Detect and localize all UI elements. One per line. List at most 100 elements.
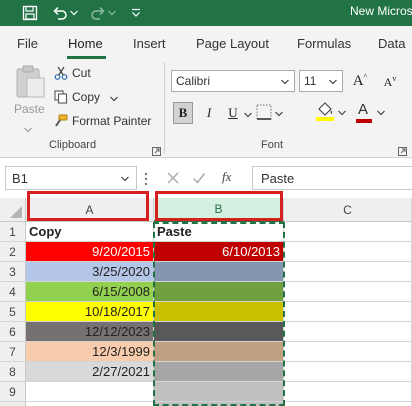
title-bar: New Micros	[0, 0, 412, 26]
row-header[interactable]: 5	[0, 302, 26, 322]
cell-a6[interactable]: 12/12/2023	[26, 322, 154, 342]
ribbon-group-divider	[164, 62, 165, 154]
row-header[interactable]: 2	[0, 242, 26, 262]
cell-c1[interactable]	[284, 222, 412, 242]
undo-icon[interactable]	[50, 3, 70, 23]
customize-quick-access-icon[interactable]	[126, 3, 146, 23]
cell-a4[interactable]: 6/15/2008	[26, 282, 154, 302]
undo-dropdown-icon[interactable]	[68, 3, 80, 23]
font-color-button[interactable]: A	[356, 101, 388, 123]
cancel-entry-icon[interactable]	[166, 170, 180, 189]
borders-dropdown-icon[interactable]	[275, 111, 283, 117]
row-header[interactable]	[0, 402, 26, 406]
borders-icon	[256, 104, 272, 120]
copy-dropdown-icon[interactable]	[110, 96, 118, 102]
font-group-label: Font	[261, 139, 284, 151]
column-header-c[interactable]: C	[284, 198, 412, 222]
cell-a10[interactable]	[26, 402, 154, 406]
name-box-value: B1	[12, 171, 28, 186]
cell-a1[interactable]: Copy	[26, 222, 154, 242]
font-color-icon: A	[358, 101, 369, 118]
paintbrush-icon	[55, 114, 68, 127]
format-painter-label: Format Painter	[72, 114, 152, 128]
redo-icon[interactable]	[88, 3, 108, 23]
cell-c5[interactable]	[284, 302, 412, 322]
italic-icon: I	[206, 105, 212, 120]
select-all-button[interactable]	[0, 198, 26, 222]
row-header[interactable]: 8	[0, 362, 26, 382]
tab-page-layout[interactable]: Page Layout	[196, 36, 269, 51]
borders-button[interactable]	[256, 104, 286, 122]
increase-font-icon: A	[352, 72, 364, 89]
scissors-icon	[54, 66, 68, 80]
decrease-font-size-button[interactable]: Av	[380, 72, 400, 92]
decrease-font-icon: A	[383, 74, 393, 89]
row-header[interactable]: 7	[0, 342, 26, 362]
column-header-c-label: C	[343, 202, 352, 217]
format-painter-button[interactable]: Format Painter	[54, 113, 154, 131]
cell-c9[interactable]	[284, 382, 412, 402]
save-icon[interactable]	[20, 3, 40, 23]
formula-bar-menu-icon[interactable]	[144, 171, 154, 186]
selection-border	[153, 222, 285, 406]
paste-button[interactable]: Paste	[10, 64, 48, 118]
paste-icon	[16, 65, 45, 98]
cell-c3[interactable]	[284, 262, 412, 282]
window-title: New Micros	[350, 4, 412, 18]
font-size-dropdown-icon[interactable]	[329, 79, 337, 85]
redo-dropdown-icon[interactable]	[106, 3, 118, 23]
cell-c8[interactable]	[284, 362, 412, 382]
cell-a2[interactable]: 9/20/2015	[26, 242, 154, 262]
copy-button[interactable]: Copy	[54, 89, 124, 107]
tab-home[interactable]: Home	[68, 36, 103, 51]
font-name-box[interactable]: Calibri	[171, 70, 295, 92]
row-header[interactable]: 1	[0, 222, 26, 242]
copy-label: Copy	[72, 90, 101, 104]
paste-dropdown-icon[interactable]	[24, 118, 32, 137]
row-header[interactable]: 4	[0, 282, 26, 302]
clipboard-group-label: Clipboard	[49, 139, 97, 151]
italic-button[interactable]: I	[200, 102, 218, 124]
fill-color-button[interactable]	[316, 101, 350, 123]
highlight-column-a	[27, 191, 149, 221]
tab-file[interactable]: File	[17, 36, 38, 51]
bold-icon: B	[178, 105, 188, 120]
cell-c6[interactable]	[284, 322, 412, 342]
fill-bucket-icon	[316, 102, 334, 121]
cell-a3[interactable]: 3/25/2020	[26, 262, 154, 282]
name-box[interactable]: B1	[5, 166, 137, 190]
formula-value: Paste	[261, 171, 295, 186]
cell-a9[interactable]	[26, 382, 154, 402]
cell-a8[interactable]: 2/27/2021	[26, 362, 154, 382]
cell-a7[interactable]: 12/3/1999	[26, 342, 154, 362]
tab-data[interactable]: Data	[378, 36, 405, 51]
font-name-dropdown-icon[interactable]	[281, 79, 289, 85]
copy-icon	[54, 90, 68, 104]
name-box-dropdown-icon[interactable]	[121, 176, 129, 182]
cell-c7[interactable]	[284, 342, 412, 362]
row-header[interactable]: 6	[0, 322, 26, 342]
increase-font-size-button[interactable]: A ^	[350, 70, 370, 92]
cell-c4[interactable]	[284, 282, 412, 302]
font-color-swatch	[356, 119, 372, 123]
cut-button[interactable]: Cut	[54, 65, 114, 83]
bold-button[interactable]: B	[173, 102, 193, 124]
underline-dropdown-icon[interactable]	[244, 112, 252, 118]
cell-c10[interactable]	[284, 402, 412, 406]
formula-input[interactable]: Paste	[252, 166, 412, 190]
cell-a5[interactable]: 10/18/2017	[26, 302, 154, 322]
tab-insert[interactable]: Insert	[133, 36, 166, 51]
cell-c2[interactable]	[284, 242, 412, 262]
font-color-dropdown-icon[interactable]	[377, 110, 385, 116]
underline-button[interactable]: U	[224, 102, 242, 124]
tab-formulas[interactable]: Formulas	[297, 36, 351, 51]
underline-icon: U	[228, 105, 238, 120]
cut-label: Cut	[72, 66, 91, 80]
active-tab-indicator	[67, 56, 106, 59]
row-header[interactable]: 9	[0, 382, 26, 402]
font-size-box[interactable]: 11	[299, 70, 343, 92]
insert-function-icon[interactable]: fx	[222, 169, 231, 185]
fill-color-dropdown-icon[interactable]	[338, 110, 346, 116]
enter-entry-icon[interactable]	[192, 170, 206, 189]
row-header[interactable]: 3	[0, 262, 26, 282]
